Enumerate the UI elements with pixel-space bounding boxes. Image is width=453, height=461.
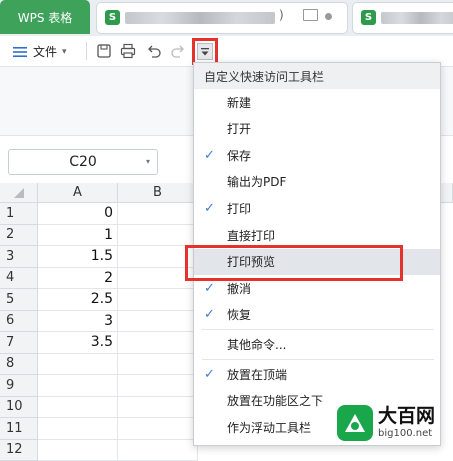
cell-b[interactable] [118, 332, 198, 354]
name-box-value: C20 [69, 154, 97, 170]
name-box[interactable]: C20 [8, 149, 158, 175]
row-header[interactable]: 6 [0, 311, 38, 333]
menu-item-label: 直接打印 [227, 227, 275, 244]
file-menu-button[interactable]: 文件 ▾ [12, 43, 67, 60]
unsaved-dot-icon[interactable] [325, 13, 332, 20]
menu-item-label: 放置在顶端 [227, 366, 287, 383]
menu-item-label: 作为浮动工具栏 [227, 419, 311, 436]
file-menu-label: 文件 [33, 43, 57, 60]
menu-item-label: 新建 [227, 94, 251, 111]
document-title-redacted [381, 12, 453, 24]
menu-item-export-pdf[interactable]: 输出为PDF [194, 169, 440, 195]
checkmark-icon: ✓ [204, 307, 215, 322]
toolbar-divider [86, 42, 87, 60]
checkmark-icon: ✓ [204, 281, 215, 296]
tab-wps-label: WPS 表格 [18, 9, 73, 26]
watermark-icon [336, 404, 374, 442]
menu-item-place-top[interactable]: ✓ 放置在顶端 [194, 361, 440, 387]
menu-item-label: 打印 [227, 200, 251, 217]
menu-item-label: 保存 [227, 147, 251, 164]
cell-a[interactable] [38, 440, 118, 461]
redo-icon[interactable] [170, 43, 186, 59]
row-header[interactable]: 11 [0, 418, 38, 440]
menu-title: 自定义快速访问工具栏 [194, 63, 440, 89]
menu-item-label: 恢复 [227, 306, 251, 323]
watermark-name: 大百网 [378, 407, 435, 426]
spreadsheet-icon: S [361, 10, 376, 25]
menu-item-more-commands[interactable]: 其他命令... [194, 331, 440, 357]
tab-document-active[interactable]: S ) [96, 2, 348, 34]
print-icon[interactable] [120, 43, 136, 59]
tab-bar: WPS 表格 S ) S [0, 0, 453, 36]
checkmark-icon: ✓ [204, 148, 215, 163]
cell-b[interactable] [118, 375, 198, 397]
menu-item-new[interactable]: 新建 [194, 89, 440, 115]
tab-document-other[interactable]: S [352, 2, 453, 34]
menu-item-open[interactable]: 打开 [194, 116, 440, 142]
cell-a[interactable]: 1.5 [38, 246, 118, 268]
cell-a[interactable] [38, 375, 118, 397]
menu-item-redo[interactable]: ✓ 恢复 [194, 302, 440, 328]
checkmark-icon: ✓ [204, 201, 215, 216]
cell-b[interactable] [118, 440, 198, 461]
column-header-b[interactable]: B [118, 183, 198, 203]
cell-a[interactable]: 0 [38, 203, 118, 225]
cell-b[interactable] [118, 418, 198, 440]
row-header[interactable]: 2 [0, 225, 38, 247]
tab-wps-home[interactable]: WPS 表格 [0, 0, 90, 34]
cell-a[interactable]: 2.5 [38, 289, 118, 311]
customize-toolbar-button[interactable] [197, 43, 213, 60]
monitor-icon[interactable] [303, 9, 318, 21]
cell-b[interactable] [118, 203, 198, 225]
spreadsheet-icon: S [105, 10, 120, 25]
menu-separator [202, 329, 434, 330]
cell-a[interactable] [38, 354, 118, 376]
chevron-down-icon: ▾ [62, 47, 67, 57]
corner-triangle-icon [13, 187, 25, 199]
cell-a[interactable] [38, 418, 118, 440]
row-header[interactable]: 8 [0, 354, 38, 376]
row-header[interactable]: 9 [0, 375, 38, 397]
row-header[interactable]: 10 [0, 397, 38, 419]
cell-b[interactable] [118, 225, 198, 247]
cell-b[interactable] [118, 311, 198, 333]
menu-item-save[interactable]: ✓ 保存 [194, 142, 440, 168]
menu-item-label: 输出为PDF [227, 173, 286, 190]
menu-item-label: 放置在功能区之下 [227, 392, 323, 409]
cell-a[interactable] [38, 397, 118, 419]
cell-b[interactable] [118, 397, 198, 419]
cell-a[interactable]: 1 [38, 225, 118, 247]
chevron-down-icon[interactable]: ▾ [146, 157, 150, 166]
row-header[interactable]: 1 [0, 203, 38, 225]
cell-b[interactable] [118, 289, 198, 311]
row-header[interactable]: 4 [0, 268, 38, 290]
row-header[interactable]: 7 [0, 332, 38, 354]
column-header-a[interactable]: A [38, 183, 118, 203]
checkmark-icon: ✓ [204, 367, 215, 382]
print-preview-highlight [185, 245, 403, 281]
cell-b[interactable] [118, 354, 198, 376]
cell-a[interactable]: 2 [38, 268, 118, 290]
watermark-logo: 大百网 big100.net [336, 400, 453, 446]
select-all-corner[interactable] [0, 183, 38, 203]
row-header[interactable]: 3 [0, 246, 38, 268]
watermark-url: big100.net [378, 429, 435, 439]
tab-paren-icon: ) [279, 8, 284, 22]
cell-a[interactable]: 3 [38, 311, 118, 333]
row-header[interactable]: 5 [0, 289, 38, 311]
row-header[interactable]: 12 [0, 440, 38, 461]
menu-item-print[interactable]: ✓ 打印 [194, 195, 440, 221]
save-icon[interactable] [96, 43, 112, 59]
menu-separator [202, 359, 434, 360]
dropdown-arrow-icon [200, 47, 210, 57]
hamburger-icon [12, 46, 28, 58]
menu-item-label: 撤消 [227, 280, 251, 297]
cell-a[interactable]: 3.5 [38, 332, 118, 354]
menu-item-label: 打开 [227, 120, 251, 137]
undo-icon[interactable] [146, 43, 162, 59]
menu-item-label: 其他命令... [227, 336, 286, 353]
document-title-redacted [125, 12, 275, 24]
